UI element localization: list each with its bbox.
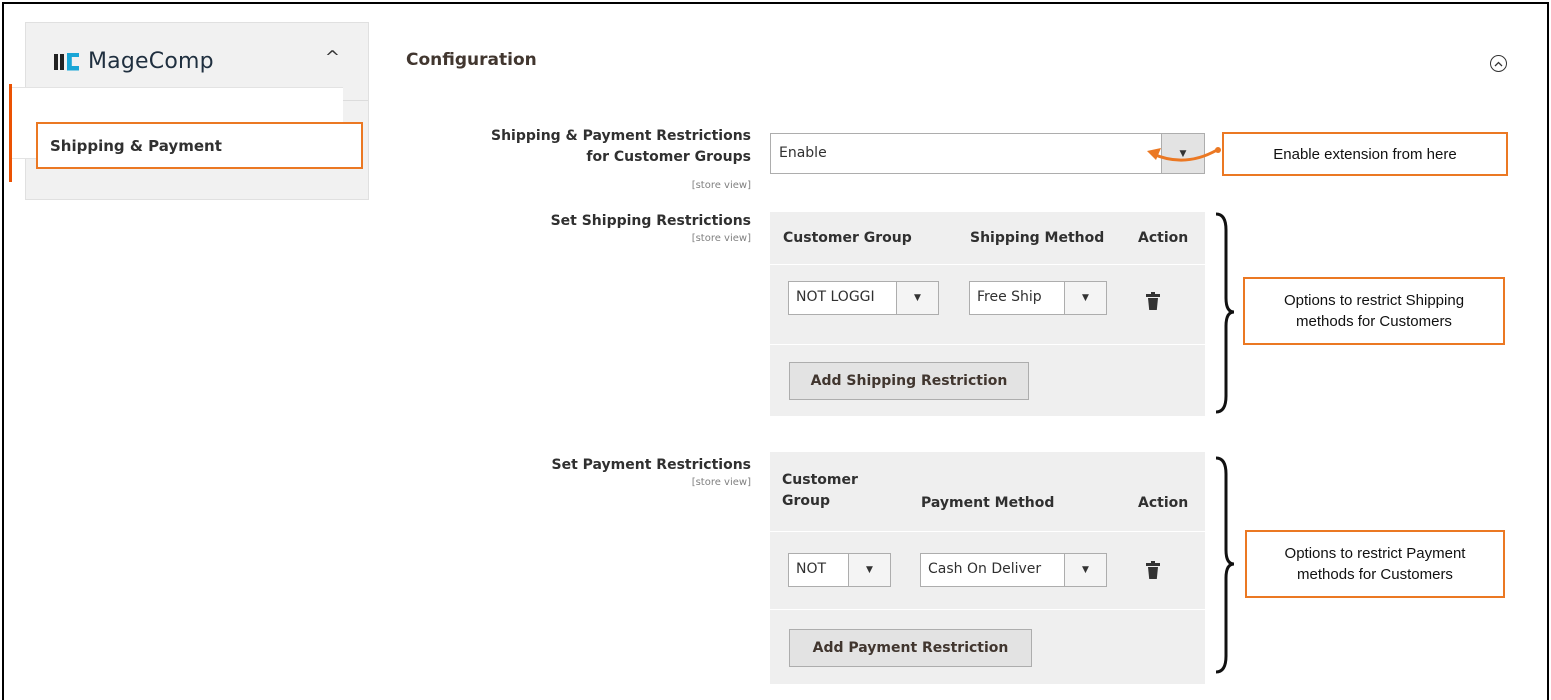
shipping-method-value: Free Ship	[977, 289, 1042, 305]
payment-method-select[interactable]: Cash On Deliver ▼	[920, 553, 1107, 587]
brace-icon	[1215, 212, 1235, 414]
callout-shipping-line1: Options to restrict Shipping	[1283, 292, 1465, 309]
restrictions-label: Shipping & Payment Restrictions for Cust…	[491, 126, 751, 168]
payment-customer-group-select[interactable]: NOT ▼	[788, 553, 891, 587]
payment-col-customer-group: Customer Group	[782, 470, 858, 512]
payment-col-method: Payment Method	[921, 495, 1055, 511]
callout-enable-text: Enable extension from here	[1273, 145, 1457, 163]
shipping-col-customer-group: Customer Group	[783, 230, 912, 246]
trash-icon[interactable]	[1146, 561, 1160, 579]
restrictions-label-line1: Shipping & Payment Restrictions	[491, 128, 751, 144]
chevron-down-icon[interactable]: ▼	[1064, 554, 1106, 586]
active-item-indicator	[9, 84, 12, 182]
callout-shipping: Options to restrict Shipping methods for…	[1243, 277, 1505, 345]
table-divider	[770, 264, 1205, 265]
brace-icon	[1215, 456, 1235, 674]
chevron-up-icon[interactable]: ^	[325, 47, 340, 68]
collapse-icon[interactable]	[1490, 55, 1507, 72]
payment-restrictions-label: Set Payment Restrictions	[551, 457, 752, 473]
restrictions-scope: [store view]	[691, 180, 751, 191]
add-shipping-restriction-button[interactable]: Add Shipping Restriction	[789, 362, 1029, 400]
magecomp-logo-icon	[54, 51, 80, 73]
page-title: Configuration	[406, 50, 537, 70]
shipping-customer-group-value: NOT LOGGI	[796, 289, 875, 305]
trash-icon[interactable]	[1146, 292, 1160, 310]
restrictions-enable-value: Enable	[779, 145, 827, 161]
payment-col-customer-group-line1: Customer	[782, 472, 858, 488]
payment-restrictions-scope: [store view]	[691, 477, 751, 488]
callout-payment-line1: Options to restrict Payment	[1284, 545, 1466, 562]
chevron-down-icon[interactable]: ▼	[896, 282, 938, 314]
add-payment-restriction-button[interactable]: Add Payment Restriction	[789, 629, 1032, 667]
payment-customer-group-value: NOT	[796, 561, 827, 577]
callout-payment-line2: methods for Customers	[1297, 566, 1453, 583]
shipping-method-select[interactable]: Free Ship ▼	[969, 281, 1107, 315]
sidebar-item-shipping-payment[interactable]: Shipping & Payment	[36, 122, 363, 169]
callout-payment: Options to restrict Payment methods for …	[1245, 530, 1505, 598]
shipping-col-action: Action	[1138, 230, 1189, 246]
callout-arrow-icon	[1147, 147, 1221, 162]
magecomp-logo: MageComp	[54, 49, 214, 74]
table-divider	[770, 609, 1205, 610]
table-divider	[770, 531, 1205, 532]
brand-name: MageComp	[88, 49, 214, 74]
chevron-down-icon[interactable]: ▼	[848, 554, 890, 586]
callout-enable: Enable extension from here	[1222, 132, 1508, 176]
shipping-customer-group-select[interactable]: NOT LOGGI ▼	[788, 281, 939, 315]
restrictions-label-line2: for Customer Groups	[586, 149, 751, 165]
callout-shipping-line2: methods for Customers	[1296, 313, 1452, 330]
restrictions-enable-select[interactable]: Enable ▼	[770, 133, 1205, 174]
sidebar-item-label: Shipping & Payment	[50, 136, 222, 155]
table-divider	[770, 344, 1205, 345]
payment-method-value: Cash On Deliver	[928, 561, 1042, 577]
shipping-restrictions-scope: [store view]	[691, 233, 751, 244]
chevron-down-icon[interactable]: ▼	[1064, 282, 1106, 314]
shipping-col-method: Shipping Method	[970, 230, 1105, 246]
payment-col-customer-group-line2: Group	[782, 493, 831, 509]
payment-col-action: Action	[1138, 495, 1189, 511]
shipping-restrictions-label: Set Shipping Restrictions	[550, 213, 751, 229]
